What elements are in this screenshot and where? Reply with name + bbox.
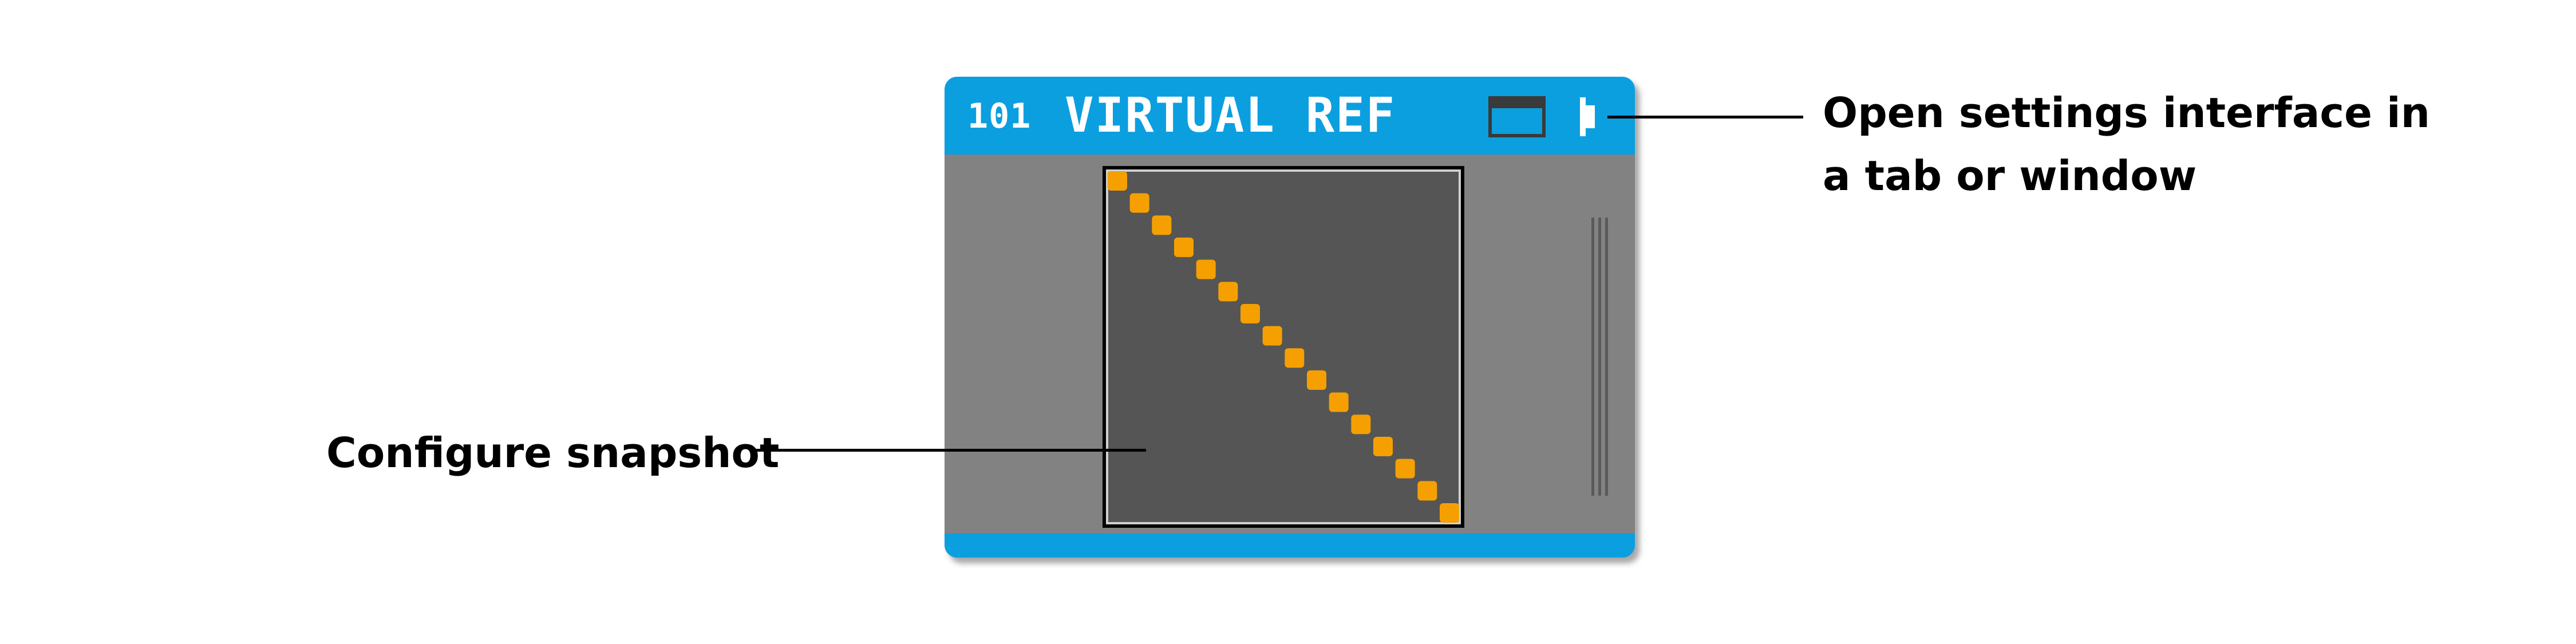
snapshot-dot[interactable] <box>1218 282 1238 302</box>
snapshot-dot[interactable] <box>1174 238 1194 257</box>
level-fader[interactable] <box>1590 218 1610 496</box>
module-title: VIRTUAL REF <box>1065 87 1396 143</box>
snapshot-dot[interactable] <box>1196 259 1216 279</box>
snapshot-dot[interactable] <box>1329 392 1349 412</box>
snapshot-dot[interactable] <box>1129 193 1149 213</box>
module-footer <box>945 534 1635 558</box>
snapshot-dot[interactable] <box>1307 370 1326 390</box>
settings-callout-line <box>1607 116 1803 118</box>
fader-track <box>1591 218 1608 496</box>
window-icon <box>1488 96 1546 137</box>
virtual-ref-module: 101 VIRTUAL REF <box>945 77 1635 558</box>
settings-button[interactable] <box>1577 95 1597 139</box>
settings-callout-line2: a tab or window <box>1823 152 2197 200</box>
snapshot-dot[interactable] <box>1285 348 1305 368</box>
module-header: 101 VIRTUAL REF <box>945 77 1635 155</box>
page: 101 VIRTUAL REF Open settings interface … <box>0 0 2576 644</box>
snapshot-callout-line <box>754 449 1146 452</box>
snapshot-dot[interactable] <box>1395 459 1415 479</box>
snapshot-dot[interactable] <box>1417 481 1437 501</box>
snapshot-dot[interactable] <box>1440 503 1459 523</box>
snapshot-display <box>1106 169 1461 524</box>
settings-callout-label: Open settings interface in a tab or wind… <box>1823 81 2430 207</box>
snapshot-dot[interactable] <box>1373 437 1393 456</box>
snapshot-dot[interactable] <box>1240 304 1260 323</box>
snapshot-dot[interactable] <box>1262 326 1282 346</box>
snapshot-editor[interactable] <box>1103 166 1464 528</box>
settings-callout-line1: Open settings interface in <box>1823 89 2430 137</box>
pin-icon <box>1580 97 1595 136</box>
snapshot-dot[interactable] <box>1108 171 1127 191</box>
snapshot-callout-label: Configure snapshot <box>326 429 780 477</box>
open-window-button[interactable] <box>1488 96 1546 137</box>
module-number: 101 <box>967 96 1032 136</box>
snapshot-dot[interactable] <box>1351 414 1371 434</box>
snapshot-dot[interactable] <box>1152 215 1172 235</box>
